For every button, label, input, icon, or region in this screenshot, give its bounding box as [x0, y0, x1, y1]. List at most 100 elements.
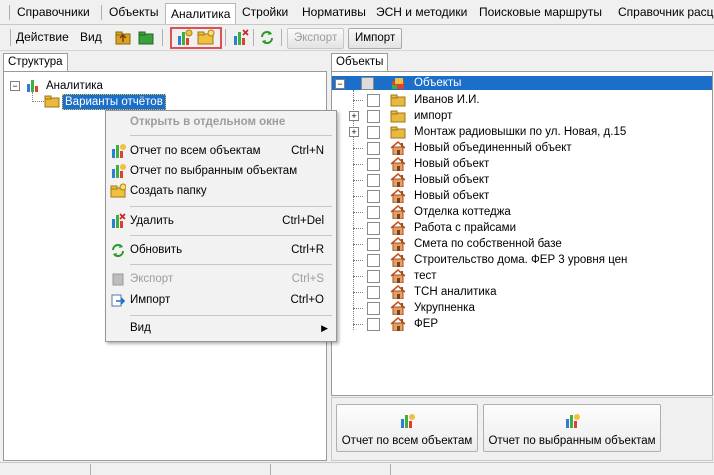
object-checkbox[interactable] — [367, 206, 380, 219]
object-checkbox[interactable] — [367, 110, 380, 123]
menu-open-new-window[interactable]: Открыть в отдельном окне — [106, 112, 336, 132]
objects-root-row[interactable] — [332, 76, 712, 90]
menu-import[interactable]: Импорт Ctrl+O — [106, 290, 336, 310]
menu-separator — [9, 5, 10, 20]
menu-spravochniki[interactable]: Справочники — [12, 2, 95, 22]
tree-root-label[interactable]: Аналитика — [46, 79, 103, 93]
object-label: Новый объединенный объект — [414, 142, 572, 154]
object-checkbox[interactable] — [367, 270, 380, 283]
import-shortcut: Ctrl+O — [290, 294, 324, 306]
house-icon — [390, 221, 406, 236]
object-tree-row[interactable]: тест — [332, 268, 712, 284]
tree-line — [353, 244, 363, 246]
object-tree-row[interactable]: Новый объект — [332, 172, 712, 188]
object-tree-row[interactable]: Смета по собственной базе — [332, 236, 712, 252]
object-tree-row[interactable]: + импорт — [332, 108, 712, 124]
menu-spravochnik-rasc[interactable]: Справочник расц — [613, 2, 714, 22]
menu-obekty[interactable]: Объекты — [104, 2, 164, 22]
report-selected-objects-button[interactable]: Отчет по выбранным объектам — [483, 404, 661, 452]
status-cell — [90, 464, 91, 475]
tree-line — [353, 196, 363, 198]
object-checkbox[interactable] — [367, 142, 380, 155]
house-icon — [390, 317, 406, 332]
object-tree-row[interactable]: Отделка коттеджа — [332, 204, 712, 220]
folder-new-icon[interactable] — [136, 28, 156, 47]
tab-obekty[interactable]: Объекты — [331, 53, 389, 71]
tree-line — [353, 276, 363, 278]
toolbar: Действие Вид Экспорт Импорт — [0, 25, 714, 51]
menu-view[interactable]: Вид ▶ — [106, 318, 336, 338]
toolbar-separator — [162, 29, 163, 46]
expand-toggle[interactable]: + — [349, 127, 359, 137]
tree-selected-item[interactable]: Варианты отчётов — [62, 94, 166, 110]
menu-analitika[interactable]: Аналитика — [165, 3, 237, 24]
object-checkbox[interactable] — [367, 318, 380, 331]
object-label: Работа с прайсами — [414, 222, 517, 234]
menu-report-selected[interactable]: Отчет по выбранным объектам — [106, 161, 336, 181]
collapse-toggle[interactable]: − — [10, 81, 20, 91]
refresh-icon — [110, 242, 126, 258]
menu-normativy[interactable]: Нормативы — [297, 2, 371, 22]
object-tree-row[interactable]: ФЕР — [332, 316, 712, 332]
object-tree-row[interactable]: + Монтаж радиовышки по ул. Новая, д.15 — [332, 124, 712, 140]
object-tree-row[interactable]: Новый объединенный объект — [332, 140, 712, 156]
menu-stroyki[interactable]: Стройки — [237, 2, 293, 22]
tree-line — [353, 228, 363, 230]
tree-line — [353, 308, 363, 310]
object-checkbox[interactable] — [367, 222, 380, 235]
expand-toggle[interactable]: + — [349, 111, 359, 121]
action-menu[interactable]: Действие — [16, 28, 69, 47]
highlight-box — [170, 27, 222, 49]
tab-struktura[interactable]: Структура — [3, 53, 68, 71]
object-tree-row[interactable]: Строительство дома. ФЕР 3 уровня цен — [332, 252, 712, 268]
view-menu[interactable]: Вид — [80, 28, 102, 47]
object-tree-row[interactable]: Работа с прайсами — [332, 220, 712, 236]
object-label: Новый объект — [414, 190, 490, 202]
delete-label: Удалить — [130, 215, 174, 227]
report-all-icon — [399, 413, 415, 429]
object-tree-row[interactable]: Новый объект — [332, 188, 712, 204]
refresh-icon[interactable] — [257, 28, 277, 47]
status-cell — [270, 464, 271, 475]
object-tree-row[interactable]: Новый объект — [332, 156, 712, 172]
menu-create-folder[interactable]: Создать папку — [106, 181, 336, 201]
delete-report-icon[interactable] — [230, 28, 250, 47]
object-checkbox[interactable] — [367, 94, 380, 107]
collapse-toggle[interactable]: − — [335, 79, 345, 89]
delete-report-icon — [110, 213, 126, 229]
object-checkbox[interactable] — [367, 238, 380, 251]
object-tree-row[interactable]: ТСН аналитика — [332, 284, 712, 300]
object-checkbox[interactable] — [367, 254, 380, 267]
toolbar-separator — [225, 29, 226, 46]
menu-separator — [130, 315, 332, 316]
object-checkbox[interactable] — [367, 302, 380, 315]
menu-export[interactable]: Экспорт Ctrl+S — [106, 269, 336, 289]
tree-line — [353, 292, 363, 294]
menu-esn-metodiki[interactable]: ЭСН и методики — [371, 2, 472, 22]
folder-up-icon[interactable] — [113, 28, 133, 47]
report-all-objects-button[interactable]: Отчет по всем объектам — [336, 404, 478, 452]
import-button[interactable]: Импорт — [348, 28, 403, 49]
house-icon — [390, 157, 406, 172]
object-checkbox[interactable] — [367, 126, 380, 139]
menu-refresh[interactable]: Обновить Ctrl+R — [106, 240, 336, 260]
menu-report-all[interactable]: Отчет по всем объектам Ctrl+N — [106, 141, 336, 161]
toolbar-separator — [253, 29, 254, 46]
object-label: Новый объект — [414, 158, 490, 170]
menu-delete[interactable]: Удалить Ctrl+Del — [106, 211, 336, 231]
object-checkbox[interactable] — [367, 190, 380, 203]
house-icon — [390, 253, 406, 268]
import-label: Импорт — [130, 294, 171, 306]
export-button[interactable]: Экспорт — [287, 28, 345, 49]
root-checkbox[interactable] — [361, 77, 374, 90]
object-tree-row[interactable]: Укрупненка — [332, 300, 712, 316]
context-menu: Открыть в отдельном окне Отчет по всем о… — [105, 110, 337, 342]
menu-poiskovye-marshruty[interactable]: Поисковые маршруты — [474, 2, 607, 22]
folder-icon — [390, 109, 406, 123]
object-checkbox[interactable] — [367, 174, 380, 187]
bottom-buttons-panel: Отчет по всем объектам Отчет по выбранны… — [331, 397, 713, 461]
object-checkbox[interactable] — [367, 158, 380, 171]
object-tree-row[interactable]: Иванов И.И. — [332, 92, 712, 108]
report-selected-icon — [110, 163, 126, 179]
object-checkbox[interactable] — [367, 286, 380, 299]
